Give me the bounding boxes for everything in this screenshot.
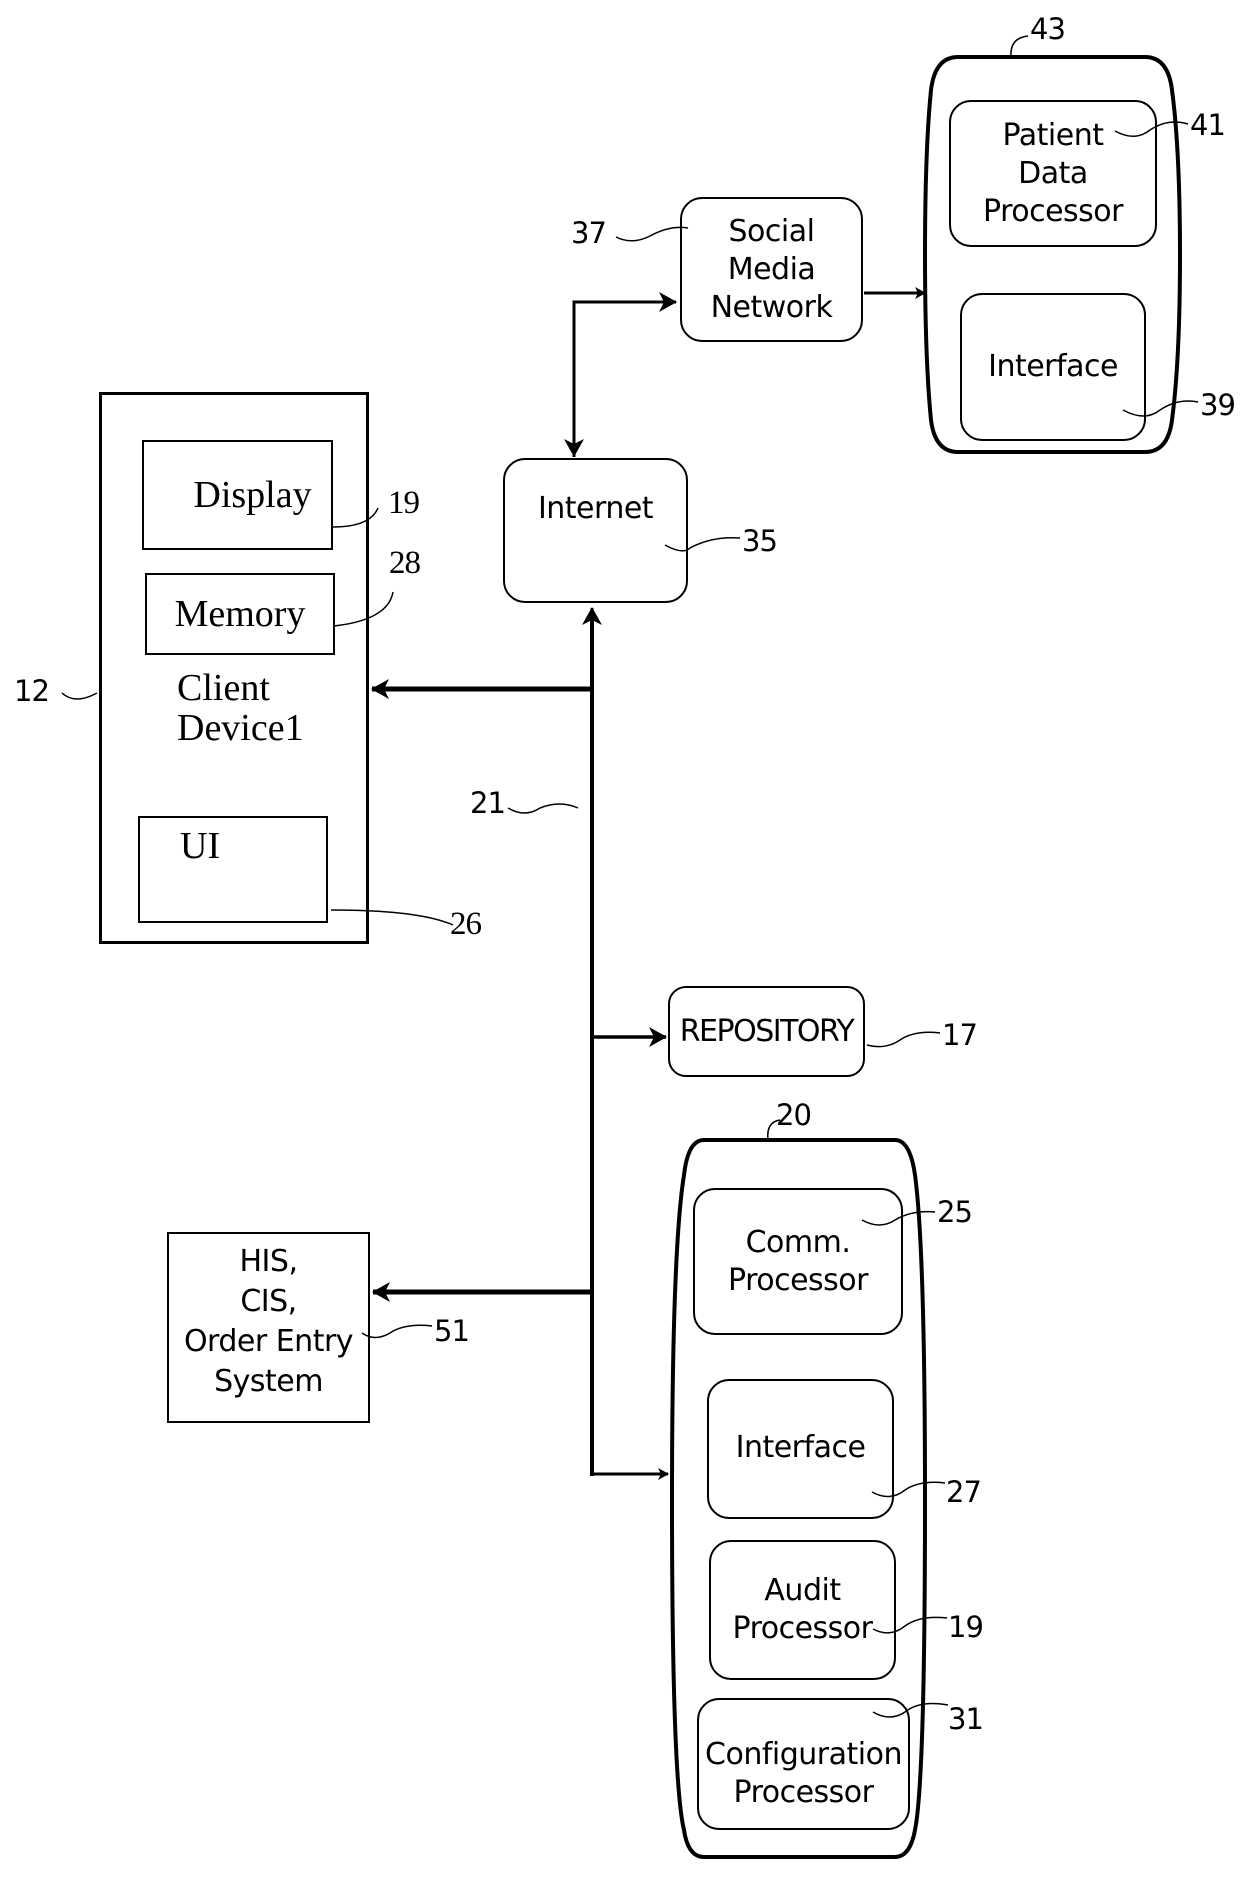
audit-processor-line2: Processor [732, 1611, 874, 1646]
his-line4: System [214, 1364, 323, 1399]
his-line3: Order Entry [183, 1324, 354, 1359]
ref-51: 51 [434, 1314, 470, 1348]
comm-processor-line1: Comm. [745, 1224, 851, 1260]
configuration-processor-box: Configuration Processor [697, 1698, 910, 1830]
ref-19-display: 19 [388, 485, 420, 521]
patient-data-processor-line2: Data [1018, 155, 1088, 191]
repository-box: REPOSITORY [668, 986, 865, 1077]
configuration-processor-line2: Processor [733, 1775, 875, 1810]
client-device-title: Client Device1 [177, 668, 304, 748]
social-media-label-line2: Network [710, 289, 833, 325]
social-media-network-box: Social Media Network [680, 197, 863, 342]
ref-20: 20 [776, 1098, 812, 1132]
ref-35-internet: 35 [742, 524, 778, 558]
memory-label: Memory [174, 593, 306, 635]
ref-17: 17 [942, 1018, 978, 1052]
client-device-title-line2: Device1 [177, 707, 304, 749]
ref-41: 41 [1190, 108, 1226, 142]
leader-37-social [615, 226, 689, 242]
patient-data-processor-line1: Patient [1002, 117, 1104, 153]
ui-box: UI [138, 816, 328, 923]
his-line1: HIS, [239, 1244, 299, 1279]
patient-data-processor-box: Patient Data Processor [949, 100, 1157, 247]
comm-processor-line2: Processor [728, 1262, 869, 1298]
internet-label: Internet [537, 491, 654, 526]
server-interface-label: Interface [735, 1430, 866, 1465]
ref-37-social: 37 [571, 216, 607, 250]
ref-31: 31 [948, 1702, 984, 1736]
social-media-label-line1: Social Media [727, 213, 816, 287]
display-label: Display [193, 474, 312, 516]
ref-19-audit: 19 [948, 1610, 984, 1644]
ref-26-ui: 26 [450, 906, 482, 942]
leader-51 [361, 1324, 433, 1339]
ref-21-bus: 21 [470, 786, 506, 820]
connector-layer [61, 35, 1199, 1859]
display-box: Display [142, 440, 333, 550]
leader-17 [866, 1031, 941, 1048]
repository-label: REPOSITORY [679, 1013, 855, 1049]
internet-box: Internet [503, 458, 688, 603]
ui-label: UI [180, 825, 221, 867]
patient-interface-label: Interface [988, 349, 1118, 384]
audit-processor-line1: Audit [764, 1573, 841, 1608]
ref-39: 39 [1200, 388, 1236, 422]
ref-25: 25 [937, 1195, 973, 1229]
ref-43: 43 [1030, 12, 1066, 46]
block-diagram: Display Memory Client Device1 UI Interne… [0, 0, 1240, 1892]
ref-28-memory: 28 [389, 545, 421, 581]
audit-processor-box: Audit Processor [709, 1540, 896, 1680]
leader-21-bus [507, 803, 579, 814]
comm-processor-box: Comm. Processor [693, 1188, 903, 1335]
configuration-processor-line1: Configuration [705, 1737, 902, 1772]
client-device-title-line1: Client [177, 667, 270, 709]
server-interface-box: Interface [707, 1379, 894, 1519]
his-cis-order-entry-box: HIS, CIS, Order Entry System [167, 1232, 370, 1423]
his-line2: CIS, [240, 1284, 297, 1319]
leader-43 [1010, 35, 1029, 57]
patient-interface-box: Interface [960, 293, 1146, 441]
ref-27: 27 [946, 1475, 982, 1509]
ref-12: 12 [14, 674, 50, 708]
memory-box: Memory [145, 573, 335, 655]
leader-12 [61, 692, 98, 700]
internet-social-connector [572, 292, 677, 457]
patient-data-processor-line3: Processor [983, 193, 1124, 229]
